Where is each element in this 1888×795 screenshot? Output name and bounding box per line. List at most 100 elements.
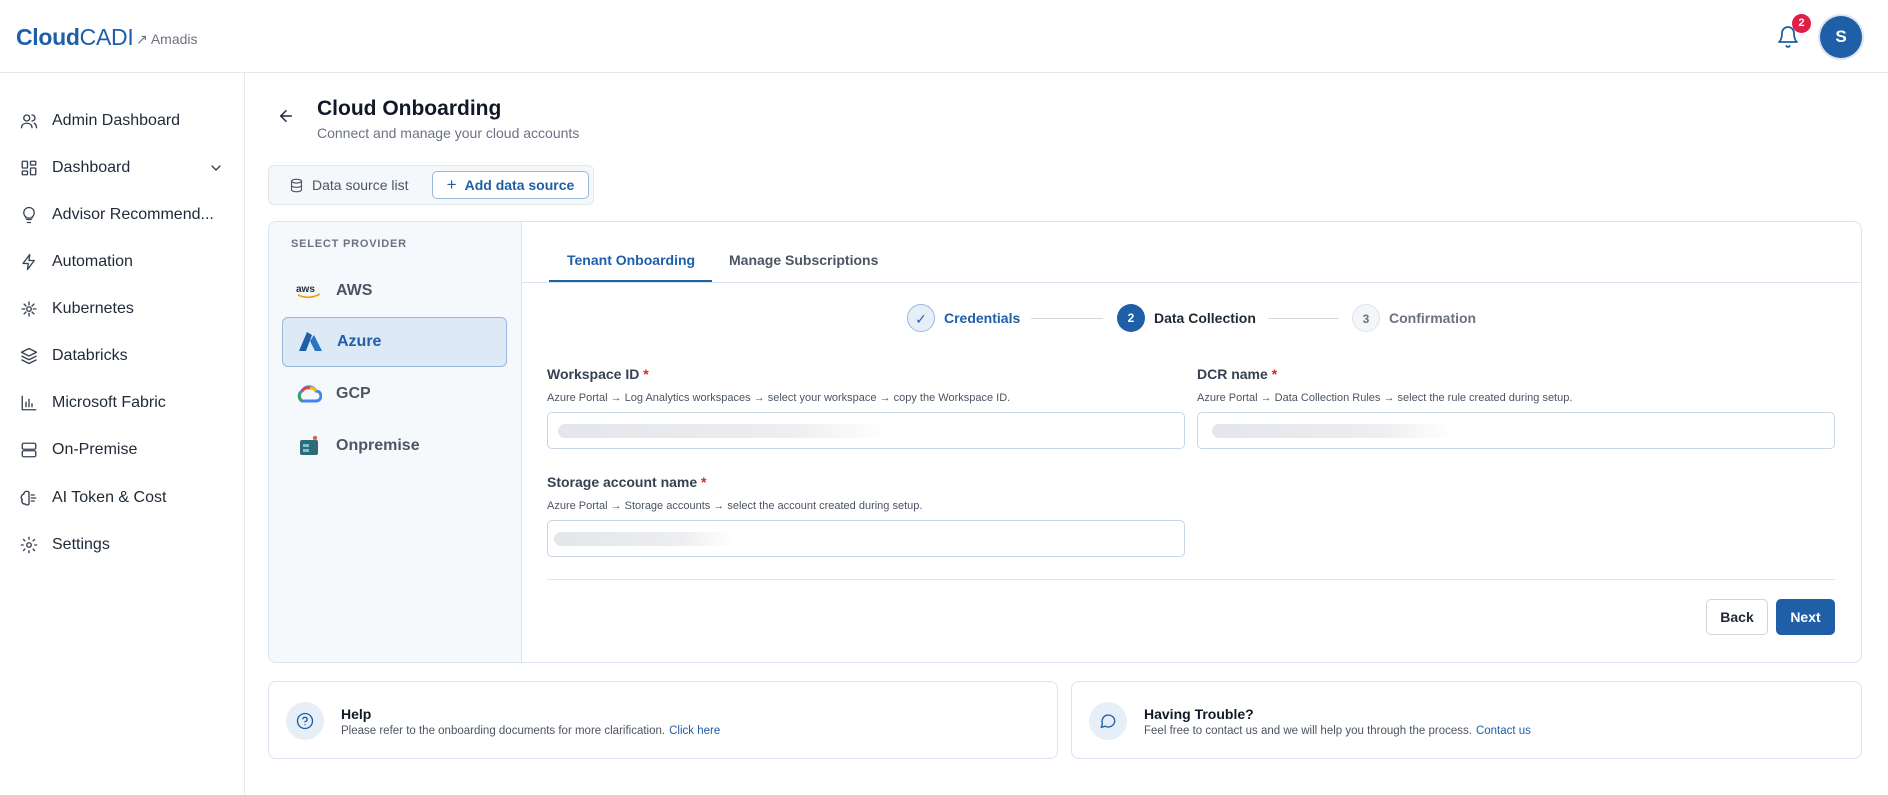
step-connector [1031, 318, 1103, 319]
bar-chart-icon [21, 395, 37, 411]
provider-label: AWS [336, 282, 373, 299]
provider-onpremise[interactable]: Onpremise [282, 421, 507, 471]
sidebar-item-label: Settings [52, 536, 110, 553]
help-title: Help [341, 706, 372, 722]
notification-badge: 2 [1792, 14, 1811, 33]
dcr-name-input[interactable] [1197, 412, 1835, 449]
workspace-id-input[interactable] [547, 412, 1185, 449]
step-data-collection-number: 2 [1117, 304, 1145, 332]
svg-text:aws: aws [296, 284, 315, 295]
trouble-text-body: Feel free to contact us and we will help… [1144, 725, 1472, 737]
brain-icon [20, 490, 37, 506]
sidebar-item-settings[interactable]: Settings [20, 530, 230, 560]
tenant-link[interactable]: ↗ Amadis [136, 31, 198, 48]
step-data-collection-label: Data Collection [1154, 310, 1256, 326]
logo-bold-text: Cloud [16, 24, 80, 50]
contact-us-link[interactable]: Contact us [1476, 725, 1531, 737]
provider-aws[interactable]: aws AWS [282, 266, 507, 316]
step-credentials-label: Credentials [944, 310, 1021, 326]
back-button[interactable]: Back [1706, 599, 1768, 635]
trouble-title: Having Trouble? [1144, 706, 1254, 722]
database-icon [290, 178, 303, 192]
kubernetes-icon [21, 301, 37, 317]
next-button[interactable]: Next [1776, 599, 1835, 635]
tab-tenant-onboarding[interactable]: Tenant Onboarding [567, 252, 695, 268]
azure-logo-icon [297, 331, 323, 353]
sidebar: Admin Dashboard Dashboard Advisor Recomm… [0, 73, 245, 795]
gcp-logo-icon [296, 383, 322, 405]
dcr-name-label-text: DCR name [1197, 366, 1268, 382]
sidebar-item-advisor[interactable]: Advisor Recommend... [20, 200, 230, 230]
data-source-toggle: Data source list + Add data source [268, 165, 594, 205]
sidebar-item-label: Dashboard [52, 159, 131, 176]
redacted-value [558, 424, 888, 438]
tab-manage-subscriptions[interactable]: Manage Subscriptions [729, 252, 878, 268]
sidebar-item-ai-token-cost[interactable]: AI Token & Cost [20, 483, 230, 513]
lightning-icon [22, 253, 35, 271]
add-data-source-button[interactable]: + Add data source [432, 171, 589, 199]
sidebar-item-admin-dashboard[interactable]: Admin Dashboard [20, 106, 230, 136]
chevron-down-icon[interactable] [208, 160, 224, 176]
step-confirmation-number: 3 [1352, 304, 1380, 332]
provider-label: GCP [336, 385, 371, 402]
help-card: Help Please refer to the onboarding docu… [268, 681, 1058, 759]
sidebar-item-label: Databricks [52, 347, 128, 364]
step-credentials-check-icon: ✓ [907, 304, 935, 332]
provider-gcp[interactable]: GCP [282, 369, 507, 419]
storage-account-label-text: Storage account name [547, 474, 698, 490]
redacted-value [554, 532, 734, 546]
page-subtitle: Connect and manage your cloud accounts [317, 125, 580, 141]
workspace-id-label-text: Workspace ID [547, 366, 640, 382]
provider-azure[interactable]: Azure [282, 317, 507, 367]
provider-label: Onpremise [336, 437, 420, 454]
sidebar-item-label: Microsoft Fabric [52, 394, 166, 411]
dcr-name-label: DCR name * [1197, 366, 1277, 382]
sidebar-item-label: AI Token & Cost [52, 489, 167, 506]
sidebar-item-microsoft-fabric[interactable]: Microsoft Fabric [20, 388, 230, 418]
users-icon [20, 114, 38, 129]
required-mark: * [1271, 366, 1278, 382]
step-confirmation-label: Confirmation [1389, 310, 1477, 326]
sidebar-item-databricks[interactable]: Databricks [20, 341, 230, 371]
sidebar-item-label: Automation [52, 253, 133, 270]
server-icon [21, 442, 37, 458]
click-here-link[interactable]: Click here [669, 725, 720, 737]
sidebar-item-on-premise[interactable]: On-Premise [20, 435, 230, 465]
form-divider [547, 579, 1835, 580]
dcr-name-help: Azure Portal → Data Collection Rules → s… [1197, 392, 1573, 404]
provider-heading: SELECT PROVIDER [291, 238, 407, 250]
sidebar-item-dashboard[interactable]: Dashboard [20, 153, 230, 183]
help-text-body: Please refer to the onboarding documents… [341, 725, 666, 737]
storage-account-help: Azure Portal → Storage accounts → select… [547, 500, 923, 512]
app-logo[interactable]: CloudCADI [16, 24, 134, 51]
aws-logo-icon: aws [296, 280, 322, 302]
top-header: CloudCADI ↗ Amadis 2 S [0, 0, 1888, 73]
storage-account-input[interactable] [547, 520, 1185, 557]
sidebar-item-automation[interactable]: Automation [20, 247, 230, 277]
question-circle-icon [286, 702, 324, 740]
user-avatar[interactable]: S [1820, 16, 1862, 58]
redacted-value [1212, 424, 1452, 438]
page-title: Cloud Onboarding [317, 97, 502, 120]
data-source-list-label: Data source list [312, 177, 409, 193]
active-tab-indicator [549, 280, 712, 282]
workspace-id-label: Workspace ID * [547, 366, 649, 382]
sidebar-item-kubernetes[interactable]: Kubernetes [20, 294, 230, 324]
step-connector [1268, 318, 1338, 319]
sidebar-item-label: Admin Dashboard [52, 112, 181, 129]
onboarding-tabs: Tenant Onboarding Manage Subscriptions [522, 222, 1861, 283]
workspace-id-help: Azure Portal → Log Analytics workspaces … [547, 392, 1011, 404]
logo-light-text: CADI [79, 24, 134, 50]
chat-bubble-icon [1089, 702, 1127, 740]
required-mark: * [643, 366, 649, 382]
help-text: Please refer to the onboarding documents… [341, 725, 720, 737]
onpremise-server-icon [296, 435, 322, 457]
data-source-list-tab[interactable]: Data source list [289, 177, 408, 193]
back-arrow-icon[interactable] [277, 107, 295, 125]
plus-icon: + [446, 175, 457, 194]
lightbulb-icon [23, 206, 35, 224]
sidebar-item-label: On-Premise [52, 441, 138, 458]
required-mark: * [701, 474, 707, 490]
provider-label: Azure [337, 333, 382, 350]
storage-account-label: Storage account name * [547, 474, 707, 490]
